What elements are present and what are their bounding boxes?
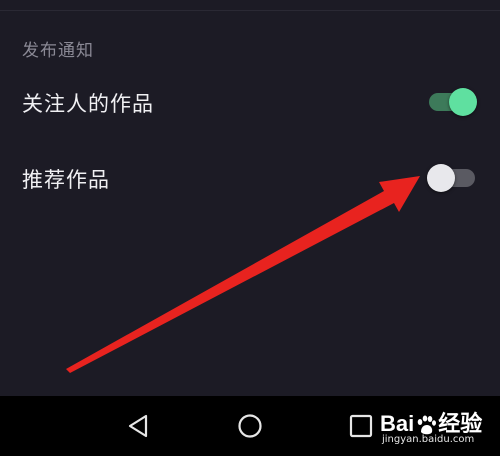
nav-home-button[interactable] bbox=[234, 410, 266, 442]
top-divider bbox=[0, 10, 500, 11]
recents-square-icon bbox=[349, 414, 373, 438]
watermark-brand-prefix: Bai bbox=[380, 411, 415, 436]
toggle-recommended-works[interactable] bbox=[427, 160, 477, 196]
nav-recents-button[interactable] bbox=[345, 410, 377, 442]
toggle-thumb bbox=[427, 164, 455, 192]
setting-label-followed-works: 关注人的作品 bbox=[22, 92, 154, 116]
watermark-url: jingyan.baidu.com bbox=[382, 434, 475, 445]
watermark-brand-suffix: 经验 bbox=[438, 411, 483, 436]
toggle-followed-works[interactable] bbox=[427, 84, 477, 120]
section-title-publish-notifications: 发布通知 bbox=[22, 41, 94, 61]
setting-row-recommended-works[interactable]: 推荐作品 bbox=[0, 148, 500, 208]
annotation-arrow-icon bbox=[66, 176, 420, 373]
nav-back-button[interactable] bbox=[124, 410, 156, 442]
setting-label-recommended-works: 推荐作品 bbox=[22, 168, 110, 192]
back-triangle-icon bbox=[128, 414, 148, 438]
baidu-jingyan-watermark: Bai 经验 jingyan.baidu.com bbox=[380, 400, 496, 450]
home-circle-icon bbox=[238, 414, 262, 438]
toggle-thumb bbox=[449, 88, 477, 116]
setting-row-followed-works[interactable]: 关注人的作品 bbox=[0, 72, 500, 132]
settings-screen: 发布通知 关注人的作品 推荐作品 Bai 经验 jingyan.baidu.co… bbox=[0, 0, 500, 456]
